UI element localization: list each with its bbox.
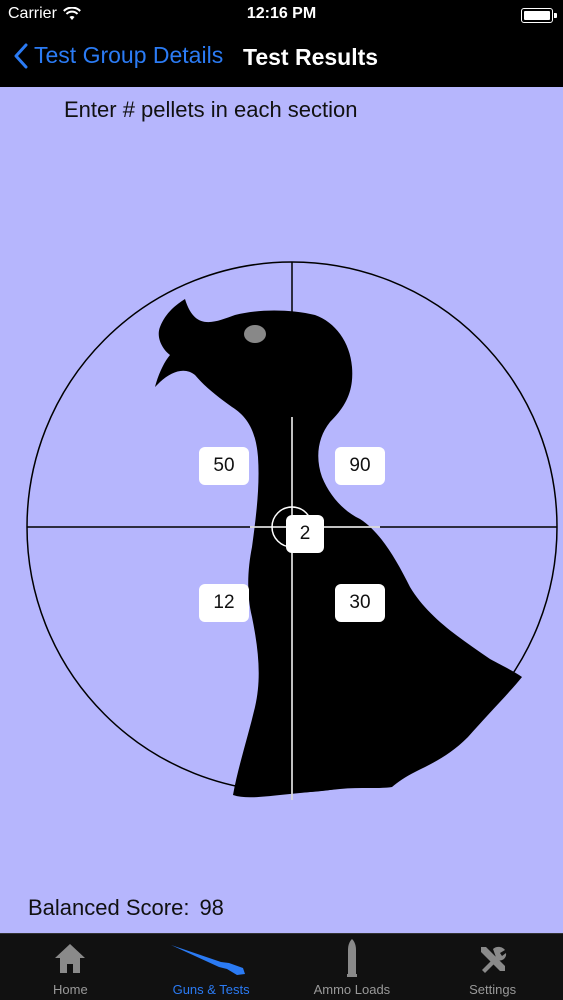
navigation-bar: Test Group Details Test Results	[0, 30, 563, 87]
battery-icon	[521, 8, 557, 23]
turkey-eye	[244, 325, 266, 343]
tab-guns-tests[interactable]: Guns & Tests	[141, 934, 282, 1000]
tools-icon	[480, 946, 506, 973]
pellet-input-lower-right[interactable]: 30	[335, 584, 385, 622]
balanced-score: Balanced Score: 98	[28, 895, 224, 921]
balanced-score-value: 98	[199, 895, 224, 920]
shotgun-icon	[171, 945, 246, 975]
shell-icon	[346, 939, 357, 977]
chevron-left-icon	[14, 43, 28, 68]
pellet-input-upper-right[interactable]: 90	[335, 447, 385, 485]
turkey-silhouette	[155, 299, 522, 798]
tab-guns-tests-label: Guns & Tests	[172, 982, 250, 997]
tab-ammo-loads-label: Ammo Loads	[313, 982, 391, 997]
pellet-input-lower-left[interactable]: 12	[199, 584, 249, 622]
tab-settings-label: Settings	[469, 982, 517, 997]
turkey-target	[26, 261, 558, 800]
tab-home-label: Home	[53, 982, 88, 997]
pellet-input-center[interactable]: 2	[286, 515, 324, 553]
home-icon	[55, 944, 86, 973]
tab-bar: Home Guns & Tests Ammo Loads Settings	[0, 933, 563, 1000]
status-bar: Carrier 12:16 PM	[0, 0, 563, 30]
balanced-score-label: Balanced Score:	[28, 895, 190, 920]
page-title: Test Results	[243, 44, 379, 70]
status-time: 12:16 PM	[246, 5, 317, 22]
back-button-label: Test Group Details	[34, 42, 224, 68]
tab-ammo-loads[interactable]: Ammo Loads	[282, 934, 423, 1000]
pellet-input-upper-left[interactable]: 50	[199, 447, 249, 485]
test-results-content: Enter # pellets in each section 50 90 2 …	[0, 87, 563, 933]
tab-settings[interactable]: Settings	[422, 934, 563, 1000]
back-button[interactable]: Test Group Details	[14, 42, 223, 69]
tab-home[interactable]: Home	[0, 934, 141, 1000]
